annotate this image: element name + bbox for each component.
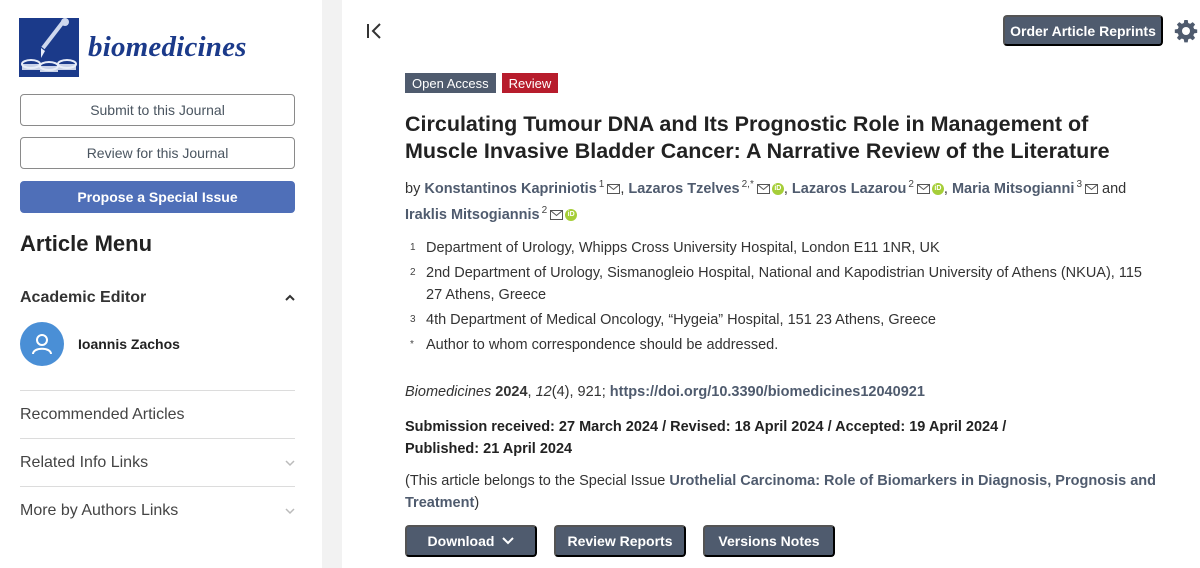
author-affiliation-sup: 3: [1076, 179, 1082, 190]
author-link[interactable]: Lazaros Lazarou: [792, 181, 906, 197]
download-button[interactable]: Download: [405, 525, 537, 557]
article-page: biomedicines Submit to this Journal Revi…: [0, 0, 1200, 568]
author-affiliation-sup: 2: [541, 204, 548, 216]
author-link[interactable]: Iraklis Mitsogiannis: [405, 207, 540, 223]
chevron-down-icon: [285, 460, 295, 467]
author-link[interactable]: Lazaros Tzelves: [628, 181, 739, 197]
citation-issue: (4), 921;: [551, 384, 610, 400]
citation-year: 2024: [495, 384, 528, 400]
affiliation-text: Department of Urology, Whipps Cross Univ…: [426, 240, 940, 256]
open-access-badge: Open Access: [405, 73, 496, 93]
journal-name: biomedicines: [88, 31, 247, 63]
author-list: by Konstantinos Kapriniotis 1, Lazaros Tz…: [405, 179, 1127, 223]
affiliations: 1 Department of Urology, Whipps Cross Un…: [410, 237, 1150, 359]
collapse-sidebar-icon[interactable]: [365, 21, 385, 41]
author-affiliation-sup: 2: [908, 179, 914, 190]
propose-special-issue-button[interactable]: Propose a Special Issue: [20, 181, 295, 213]
editor-name: Ioannis Zachos: [78, 336, 180, 352]
mail-icon[interactable]: [916, 183, 930, 194]
affiliation-text: 4th Department of Medical Oncology, “Hyg…: [426, 312, 936, 328]
mail-icon[interactable]: [607, 183, 621, 194]
article-title: Circulating Tumour DNA and Its Prognosti…: [405, 112, 1110, 163]
order-reprints-button[interactable]: Order Article Reprints: [1003, 15, 1163, 46]
user-icon: [20, 322, 64, 366]
article-menu-title: Article Menu: [20, 231, 153, 256]
affiliation-number: 3: [410, 314, 416, 325]
sidebar-border: [322, 0, 342, 568]
review-badge: Review: [501, 73, 559, 93]
chevron-down-icon: [285, 508, 295, 515]
submit-to-journal-button[interactable]: Submit to this Journal: [20, 94, 295, 126]
divider: [20, 390, 295, 391]
affiliation-number: *: [410, 339, 414, 350]
author-affiliation-sup: 2,*: [741, 179, 754, 190]
mail-icon[interactable]: [1085, 183, 1098, 194]
affiliation-number: 1: [410, 242, 416, 253]
sidebar: biomedicines Submit to this Journal Revi…: [0, 0, 322, 568]
review-for-journal-button[interactable]: Review for this Journal: [20, 137, 295, 169]
author-link[interactable]: Maria Mitsogianni: [952, 181, 1074, 197]
gear-icon[interactable]: [1174, 19, 1198, 43]
affiliation-text: Author to whom correspondence should be …: [426, 337, 779, 353]
special-issue-prefix: (This article belongs to the Special Iss…: [405, 473, 670, 489]
affiliation-item: 3 4th Department of Medical Oncology, “H…: [410, 309, 1150, 331]
affiliation-text: 2nd Department of Urology, Sismanogleio …: [426, 265, 1142, 303]
dates-line: Submission received: 27 March 2024 / Rev…: [405, 419, 1007, 435]
recommended-articles-link[interactable]: Recommended Articles: [20, 403, 295, 427]
citation-volume: 12: [535, 384, 552, 400]
doi-link[interactable]: https://doi.org/10.3390/biomedicines1204…: [610, 384, 925, 400]
more-by-authors-label: More by Authors Links: [20, 502, 179, 519]
affiliation-item: 1 Department of Urology, Whipps Cross Un…: [410, 237, 1150, 259]
special-issue-note: (This article belongs to the Special Iss…: [405, 470, 1175, 514]
and-label: and: [1102, 180, 1127, 197]
citation-journal: Biomedicines: [405, 384, 492, 400]
related-info-label: Related Info Links: [20, 454, 149, 471]
article-badges: Open Access Review: [405, 73, 564, 93]
chevron-up-icon: [285, 294, 295, 301]
versions-notes-button[interactable]: Versions Notes: [703, 525, 835, 557]
academic-editor-label: Academic Editor: [20, 289, 147, 306]
author-link[interactable]: Konstantinos Kapriniotis: [424, 181, 596, 197]
special-issue-suffix: ): [474, 495, 480, 511]
published-date: Published: 21 April 2024: [405, 441, 573, 457]
review-reports-button[interactable]: Review Reports: [554, 525, 686, 557]
citation: Biomedicines 2024, 12(4), 921; https://d…: [405, 384, 925, 400]
related-info-links[interactable]: Related Info Links: [20, 451, 295, 475]
journal-logo-mark: [19, 18, 79, 77]
academic-editor[interactable]: Ioannis Zachos: [20, 322, 180, 366]
chevron-down-icon: [502, 537, 515, 545]
orcid-icon[interactable]: iD: [771, 182, 784, 195]
recommended-articles-label: Recommended Articles: [20, 406, 185, 423]
divider: [20, 486, 295, 487]
download-label: Download: [427, 533, 495, 549]
affiliation-item: 2 2nd Department of Urology, Sismanoglei…: [410, 262, 1150, 306]
author-affiliation-sup: 1: [598, 179, 605, 190]
affiliation-number: 2: [410, 267, 416, 278]
academic-editor-toggle[interactable]: Academic Editor: [20, 287, 295, 309]
article-dates: Submission received: 27 March 2024 / Rev…: [405, 416, 1045, 460]
by-label: by: [405, 180, 421, 197]
mail-icon[interactable]: [756, 183, 770, 194]
divider: [20, 438, 295, 439]
affiliation-item: * Author to whom correspondence should b…: [410, 334, 1150, 356]
more-by-authors-links[interactable]: More by Authors Links: [20, 499, 295, 523]
orcid-icon[interactable]: iD: [931, 182, 944, 195]
orcid-icon[interactable]: iD: [565, 208, 578, 221]
mail-icon[interactable]: [550, 209, 564, 220]
journal-logo[interactable]: biomedicines: [19, 18, 247, 77]
